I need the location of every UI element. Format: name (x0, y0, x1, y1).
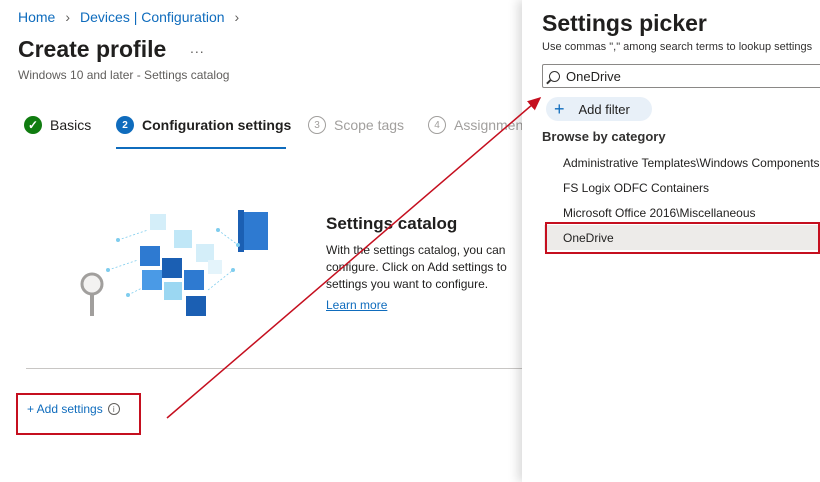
annotation-highlight-add-settings (16, 393, 141, 435)
add-filter-label: Add filter (578, 101, 630, 117)
breadcrumb-devices-link[interactable]: Devices | Configuration (80, 9, 224, 25)
catalog-description-line: With the settings catalog, you can (326, 243, 506, 257)
panel-description: Use commas "," among search terms to loo… (542, 41, 813, 53)
breadcrumb: Home › Devices | Configuration › (18, 9, 243, 25)
step-number: 2 (116, 116, 134, 134)
more-options-button[interactable]: ... (190, 40, 205, 56)
active-step-underline (116, 147, 286, 149)
step-configuration-settings[interactable]: 2 Configuration settings (116, 116, 291, 134)
page-subtitle: Windows 10 and later - Settings catalog (18, 68, 230, 82)
catalog-description-line: settings you want to configure. (326, 277, 489, 291)
settings-catalog-illustration (80, 210, 268, 316)
catalog-title: Settings catalog (326, 214, 458, 233)
learn-more-link[interactable]: Learn more (326, 298, 387, 312)
book-icon (238, 210, 268, 252)
step-basics[interactable]: ✓ Basics (24, 116, 91, 134)
category-item[interactable]: Administrative Templates\Windows Compone… (544, 150, 820, 175)
section-divider (26, 368, 522, 369)
chevron-right-icon: › (65, 9, 71, 25)
plus-icon: + (554, 99, 565, 119)
wizard-steps: ✓ Basics 2 Configuration settings 3 Scop… (24, 116, 524, 150)
search-box[interactable] (542, 64, 820, 88)
step-label: Configuration settings (142, 117, 292, 133)
category-item[interactable]: FS Logix ODFC Containers (544, 175, 820, 200)
add-filter-button[interactable]: + Add filter (546, 97, 652, 121)
cube-cluster-icon (140, 214, 222, 316)
page-title: Create profile (18, 36, 167, 62)
step-assignments[interactable]: 4 Assignments (428, 116, 524, 134)
annotation-highlight-onedrive (545, 222, 820, 254)
step-number: 3 (308, 116, 326, 134)
search-input[interactable] (566, 68, 796, 84)
step-label: Assignments (454, 117, 524, 133)
catalog-description-line: configure. Click on Add settings to (326, 260, 507, 274)
step-scope-tags[interactable]: 3 Scope tags (308, 116, 404, 134)
step-label: Basics (50, 117, 92, 133)
breadcrumb-home-link[interactable]: Home (18, 9, 55, 25)
chevron-right-icon: › (234, 9, 240, 25)
panel-title: Settings picker (542, 10, 707, 36)
step-number: 4 (428, 116, 446, 134)
catalog-description: With the settings catalog, you can confi… (326, 242, 522, 293)
search-icon (549, 70, 560, 82)
magnifier-icon (80, 272, 104, 316)
step-label: Scope tags (334, 117, 405, 133)
browse-by-category-heading: Browse by category (542, 129, 666, 144)
checkmark-icon: ✓ (24, 116, 42, 134)
